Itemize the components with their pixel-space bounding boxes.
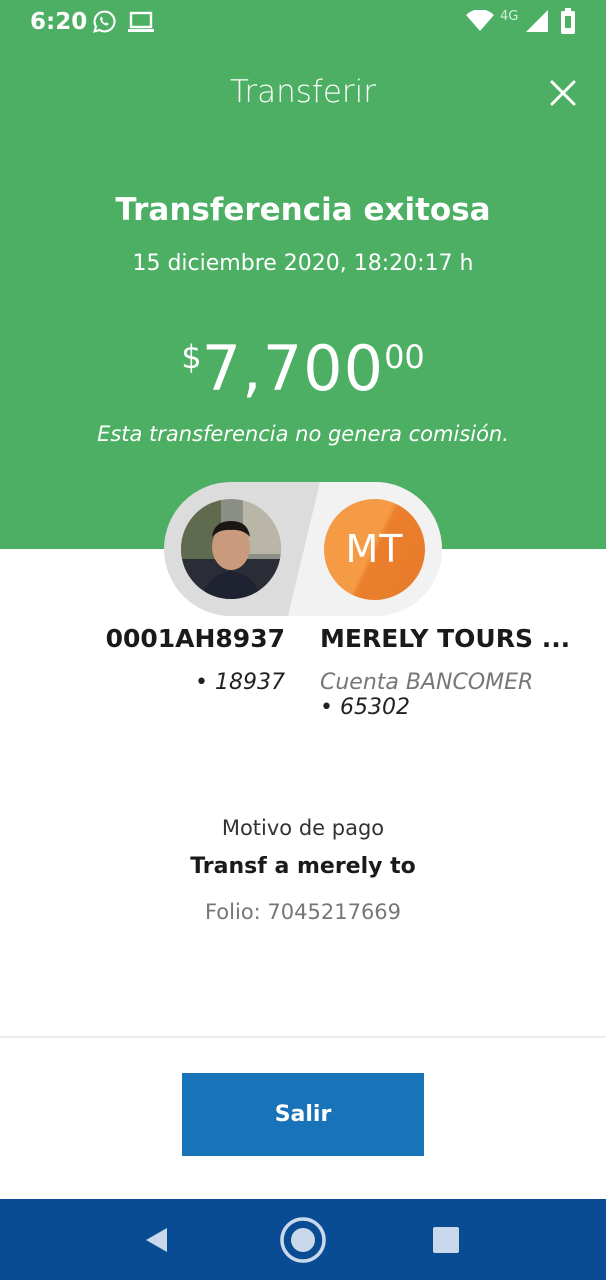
exit-button[interactable]: Salir	[182, 1073, 424, 1156]
whatsapp-icon	[93, 10, 116, 33]
battery-icon	[561, 8, 575, 34]
recipient-account-number: • 65302	[320, 695, 410, 720]
sender-avatar	[181, 499, 281, 599]
amount-currency: $	[181, 338, 202, 376]
transfer-amount: $7,70000	[0, 332, 606, 405]
laptop-icon	[128, 11, 154, 32]
recipient-avatar: MT	[324, 499, 425, 600]
sender-photo	[181, 499, 281, 599]
status-time: 6:20	[30, 9, 88, 35]
sender-account: 0001AH8937 • 18937	[106, 624, 285, 695]
commission-note: Esta transferencia no genera comisión.	[97, 422, 509, 446]
home-icon[interactable]	[278, 1215, 328, 1265]
signal-icon	[526, 10, 548, 32]
payment-reason-value: Transf a merely to	[190, 854, 416, 879]
recipient-bank: Cuenta BANCOMER	[320, 670, 534, 695]
success-title: Transferencia exitosa	[115, 192, 491, 228]
back-icon[interactable]	[143, 1226, 171, 1254]
sender-account-number: • 18937	[195, 670, 285, 695]
transfer-datetime: 15 diciembre 2020, 18:20:17 h	[132, 251, 474, 276]
transfer-parties-pill: MT	[164, 482, 442, 616]
page-title: Transferir	[229, 74, 376, 110]
amount-integer: 7,700	[201, 332, 385, 405]
recents-icon[interactable]	[432, 1227, 460, 1253]
recipient-account: MERELY TOURS ... Cuenta BANCOMER • 65302	[320, 624, 570, 720]
wifi-icon	[466, 10, 494, 31]
navigation-bar	[0, 1199, 606, 1280]
payment-reason-label: Motivo de pago	[221, 816, 385, 840]
recipient-name: MERELY TOURS ...	[320, 624, 571, 653]
divider	[0, 1036, 606, 1038]
amount-decimals: 00	[384, 338, 425, 376]
close-icon[interactable]	[546, 76, 580, 110]
folio-number: Folio: 7045217669	[204, 900, 402, 924]
status-bar: 6:20 4G	[0, 0, 606, 46]
network-type-label: 4G	[500, 9, 519, 24]
sender-account-name: 0001AH8937	[105, 624, 285, 653]
